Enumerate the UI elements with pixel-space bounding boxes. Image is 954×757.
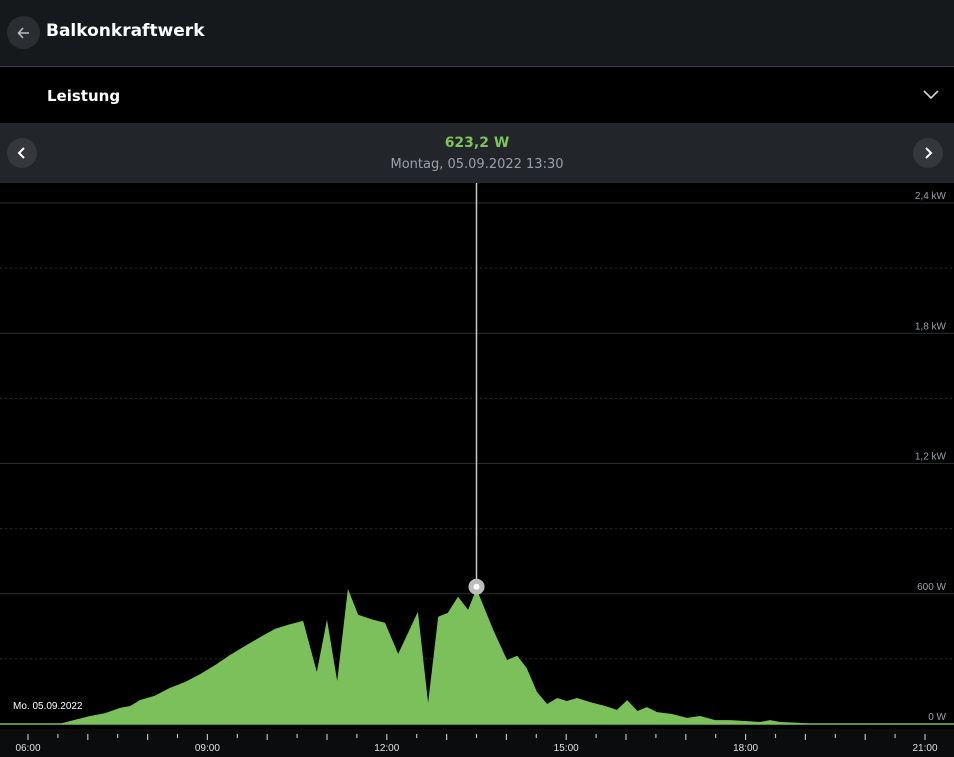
date-label: Mo. 05.09.2022 [13,701,83,712]
y-tick-label: 600 W [917,582,946,593]
metric-selector[interactable]: Leistung [0,68,954,123]
page-title: Balkonkraftwerk [46,21,205,41]
x-tick-label: 15:00 [554,743,579,754]
chevron-down-icon[interactable] [922,86,940,104]
next-button[interactable] [913,138,943,168]
back-button[interactable] [7,16,40,49]
chevron-right-icon [925,147,933,159]
y-tick-label: 0 W [928,712,946,723]
app-header: Balkonkraftwerk [0,0,954,67]
power-area [28,588,906,724]
y-tick-label: 1,8 kW [915,321,947,332]
cursor-marker-dot [473,583,480,590]
metric-selector-label: Leistung [47,87,121,105]
selected-value: 623,2 W [444,135,510,151]
x-tick-label: 06:00 [15,743,40,754]
x-tick-label: 18:00 [733,743,758,754]
x-tick-label: 09:00 [195,743,220,754]
power-chart[interactable]: 2,4 kW 1,8 kW 1,2 kW 600 W 0 W Mo. 05.09.2022… [0,183,954,757]
x-tick-label: 12:00 [374,743,399,754]
date-navigator: 623,2 W Montag, 05.09.2022 13:30 [0,123,954,183]
y-tick-label: 1,2 kW [915,452,947,463]
x-tick-label: 21:00 [912,743,937,754]
arrow-left-icon [16,26,29,39]
y-tick-label: 2,4 kW [915,191,947,202]
selected-timestamp: Montag, 05.09.2022 13:30 [390,157,564,172]
